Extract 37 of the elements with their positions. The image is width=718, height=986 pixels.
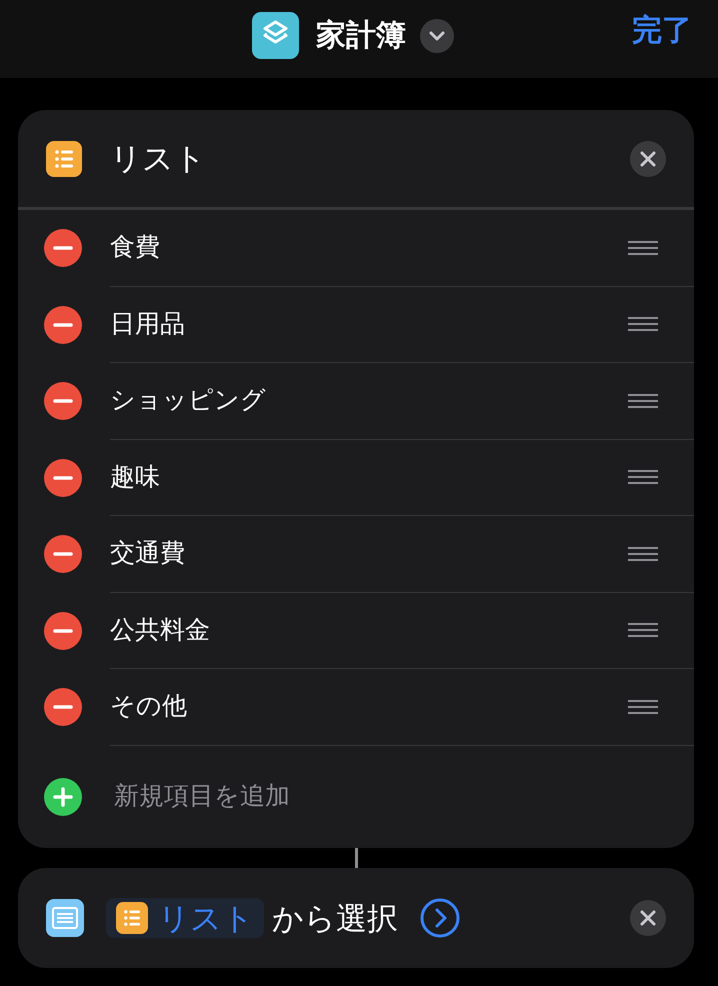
list-icon: [46, 140, 82, 176]
drag-handle-icon[interactable]: [628, 392, 658, 409]
shortcut-title: 家計簿: [316, 20, 406, 50]
chevron-down-icon[interactable]: [420, 18, 454, 52]
variable-token[interactable]: リスト: [106, 898, 264, 938]
drag-handle-icon[interactable]: [628, 698, 658, 715]
list-item-label: 趣味: [110, 464, 160, 490]
close-icon[interactable]: [630, 900, 666, 936]
list-item-label: 日用品: [110, 312, 185, 337]
action-text: から選択: [272, 902, 398, 934]
menu-window-icon: [46, 899, 84, 937]
remove-icon[interactable]: [44, 458, 82, 497]
add-icon[interactable]: [44, 778, 82, 816]
new-item-field[interactable]: 新規項目を追加: [114, 778, 514, 816]
list-item-label: その他: [110, 694, 187, 720]
list-item-label: 食費: [110, 235, 160, 260]
remove-icon[interactable]: [44, 688, 82, 726]
drag-handle-icon[interactable]: [628, 546, 658, 562]
list-item-label: ショッピング: [110, 388, 266, 414]
chevron-right-icon[interactable]: [420, 898, 460, 938]
list-icon: [116, 902, 148, 934]
remove-icon[interactable]: [44, 382, 82, 420]
drag-handle-icon[interactable]: [628, 622, 658, 638]
remove-icon[interactable]: [44, 229, 82, 268]
remove-icon[interactable]: [44, 612, 82, 650]
drag-handle-icon[interactable]: [628, 469, 658, 486]
remove-icon[interactable]: [44, 535, 82, 574]
list-item-label: 公共料金: [110, 618, 210, 643]
variable-label: リスト: [158, 902, 254, 934]
done-button[interactable]: 完了: [632, 16, 692, 46]
remove-icon[interactable]: [44, 306, 82, 344]
app-icon: [252, 12, 299, 59]
list-item-label: 交通費: [110, 541, 185, 566]
close-icon[interactable]: [630, 140, 666, 176]
drag-handle-icon[interactable]: [628, 240, 658, 256]
action-title: リスト: [110, 143, 206, 174]
drag-handle-icon[interactable]: [628, 316, 658, 332]
